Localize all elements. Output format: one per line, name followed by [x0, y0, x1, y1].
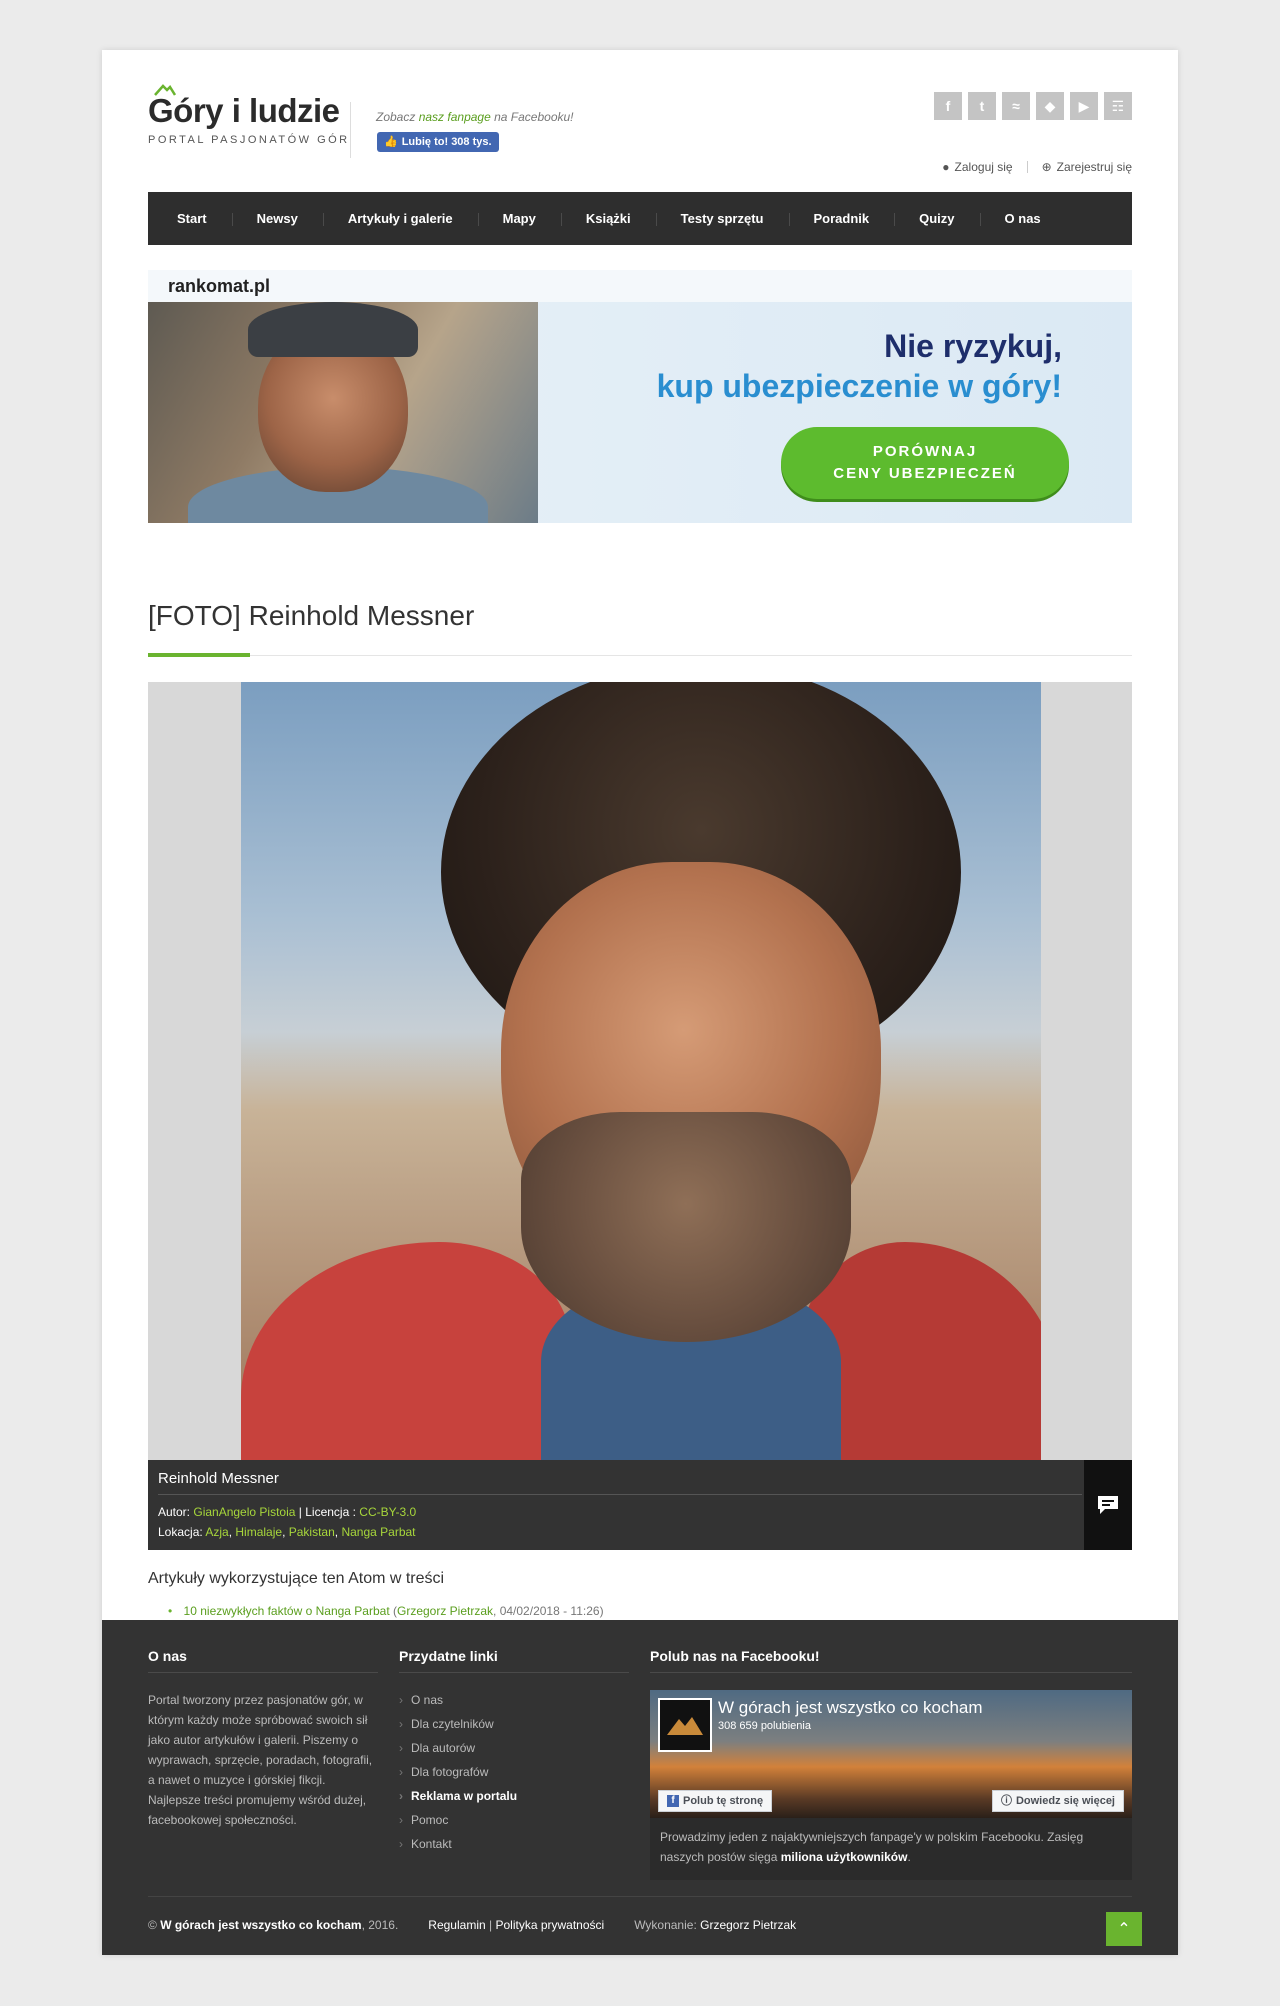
nav-item-artykuly[interactable]: Artykuły i galerie — [322, 211, 478, 226]
author-credit-link[interactable]: Grzegorz Pietrzak — [700, 1918, 796, 1932]
nav-item-mapy[interactable]: Mapy — [477, 211, 561, 226]
location-link[interactable]: Himalaje — [235, 1525, 282, 1539]
page-container: Góry i ludzie PORTAL PASJONATÓW GÓR Zoba… — [102, 50, 1178, 1955]
footer-about-text: Portal tworzony przez pasjonatów gór, w … — [148, 1693, 373, 1827]
facebook-page-avatar[interactable] — [658, 1698, 712, 1752]
page-title: [FOTO] Reinhold Messner — [148, 600, 475, 631]
login-link[interactable]: ● Zaloguj się — [942, 160, 1012, 174]
comment-button[interactable] — [1084, 1460, 1132, 1550]
facebook-icon[interactable]: f — [934, 92, 962, 120]
mountain-icon — [667, 1717, 703, 1735]
logo-divider — [350, 102, 351, 158]
related-article-link[interactable]: 10 niezwykłych faktów o Nanga Parbat — [184, 1604, 390, 1618]
scroll-to-top-button[interactable]: ⌃ — [1106, 1912, 1142, 1946]
footer-link[interactable]: Reklama w portalu — [399, 1784, 517, 1808]
user-icon: ● — [942, 160, 950, 174]
footer-link[interactable]: Kontakt — [399, 1832, 517, 1856]
license-link[interactable]: CC-BY-3.0 — [359, 1505, 416, 1519]
facebook-learn-more-button[interactable]: ⓘ Dowiedz się więcej — [991, 1790, 1124, 1812]
facebook-like-button[interactable]: 👍 Lubię to! 308 tys. — [377, 132, 499, 152]
account-separator — [1026, 161, 1028, 173]
fanpage-note: Zobacz nasz fanpage na Facebooku! — [376, 110, 574, 124]
rss-icon[interactable]: ≈ — [1002, 92, 1030, 120]
terms-link[interactable]: Regulamin — [428, 1918, 485, 1932]
footer-bottom: © W górach jest wszystko co kocham, 2016… — [148, 1918, 797, 1932]
caption-title: Reinhold Messner — [158, 1470, 279, 1487]
nav-item-newsy[interactable]: Newsy — [231, 211, 323, 226]
related-heading: Artykuły wykorzystujące ten Atom w treśc… — [148, 1570, 445, 1587]
related-author-link[interactable]: Grzegorz Pietrzak — [397, 1604, 493, 1618]
account-links: ● Zaloguj się ⊕ Zarejestruj się — [942, 160, 1132, 174]
related-article: • 10 niezwykłych faktów o Nanga Parbat (… — [168, 1604, 604, 1618]
footer-facebook-heading: Polub nas na Facebooku! — [650, 1648, 820, 1664]
nav-item-poradnik[interactable]: Poradnik — [788, 211, 895, 226]
comment-icon — [1098, 1496, 1118, 1514]
footer-link[interactable]: Dla autorów — [399, 1736, 517, 1760]
title-divider — [148, 655, 1132, 656]
ad-cta-button[interactable]: PORÓWNAJ CENY UBEZPIECZEŃ — [781, 427, 1069, 499]
footer-link[interactable]: Pomoc — [399, 1808, 517, 1832]
social-links: f t ≈ ◆ ▶ ☶ — [934, 92, 1132, 120]
fanpage-link[interactable]: nasz fanpage — [419, 110, 491, 124]
facebook-description: Prowadzimy jeden z najaktywniejszych fan… — [660, 1830, 1084, 1864]
facebook-icon: f — [667, 1795, 679, 1807]
facebook-page-name[interactable]: W górach jest wszystko co kocham — [718, 1698, 983, 1718]
tag-icon[interactable]: ◆ — [1036, 92, 1064, 120]
register-link[interactable]: ⊕ Zarejestruj się — [1042, 160, 1132, 174]
site-footer: O nas Portal tworzony przez pasjonatów g… — [102, 1620, 1178, 1955]
footer-about-heading: O nas — [148, 1648, 187, 1664]
location-link[interactable]: Pakistan — [289, 1525, 335, 1539]
footer-links-heading: Przydatne linki — [399, 1648, 498, 1664]
copyright: © W górach jest wszystko co kocham, 2016… — [148, 1918, 399, 1932]
info-icon: ⓘ — [1000, 1795, 1012, 1807]
youtube-icon[interactable]: ▶ — [1070, 92, 1098, 120]
footer-links: O nas Dla czytelników Dla autorów Dla fo… — [399, 1688, 517, 1856]
plus-circle-icon: ⊕ — [1041, 160, 1052, 174]
nav-item-start[interactable]: Start — [152, 211, 232, 226]
ad-headline-2: kup ubezpieczenie w góry! — [656, 368, 1062, 404]
caption-divider — [158, 1494, 1082, 1495]
ad-brand: rankomat.pl — [148, 270, 1132, 302]
author-link[interactable]: GianAngelo Pistoia — [193, 1505, 295, 1519]
footer-link[interactable]: Dla czytelników — [399, 1712, 517, 1736]
logo-title: Góry i ludzie — [148, 92, 340, 129]
nav-item-testy[interactable]: Testy sprzętu — [655, 211, 789, 226]
location-link[interactable]: Azja — [205, 1525, 228, 1539]
privacy-link[interactable]: Polityka prywatności — [495, 1918, 604, 1932]
nav-item-o-nas[interactable]: O nas — [979, 211, 1066, 226]
facebook-like-page-button[interactable]: f Polub tę stronę — [658, 1790, 773, 1812]
mountain-peak-icon — [154, 84, 176, 96]
facebook-cover-image[interactable]: W górach jest wszystko co kocham 308 659… — [650, 1690, 1132, 1818]
thumbs-up-icon: 👍 — [384, 136, 398, 148]
title-accent — [148, 653, 250, 657]
footer-divider — [148, 1896, 1132, 1897]
nav-item-ksiazki[interactable]: Książki — [560, 211, 656, 226]
footer-link[interactable]: Dla fotografów — [399, 1760, 517, 1784]
nav-item-quizy[interactable]: Quizy — [894, 211, 979, 226]
photo-caption: Reinhold Messner Autor: GianAngelo Pisto… — [148, 1460, 1132, 1550]
ad-photo — [148, 302, 538, 523]
twitter-icon[interactable]: t — [968, 92, 996, 120]
location-link[interactable]: Nanga Parbat — [341, 1525, 415, 1539]
ad-headline-1: Nie ryzykuj, — [884, 328, 1062, 364]
cart-icon[interactable]: ☶ — [1104, 92, 1132, 120]
main-photo[interactable] — [241, 682, 1041, 1460]
footer-link[interactable]: O nas — [399, 1688, 517, 1712]
facebook-page-widget: W górach jest wszystko co kocham 308 659… — [650, 1690, 1132, 1880]
chevron-up-icon: ⌃ — [1117, 1921, 1131, 1938]
logo-subtitle: PORTAL PASJONATÓW GÓR — [148, 134, 350, 146]
insurance-ad-banner[interactable]: rankomat.pl Nie ryzykuj, kup ubezpieczen… — [148, 270, 1132, 523]
photo-frame — [148, 682, 1132, 1460]
facebook-page-likes: 308 659 polubienia — [718, 1720, 811, 1732]
main-nav: Start Newsy Artykuły i galerie Mapy Ksią… — [148, 192, 1132, 245]
caption-meta: Autor: GianAngelo Pistoia | Licencja : C… — [158, 1505, 417, 1539]
site-logo[interactable]: Góry i ludzie PORTAL PASJONATÓW GÓR — [148, 84, 358, 162]
